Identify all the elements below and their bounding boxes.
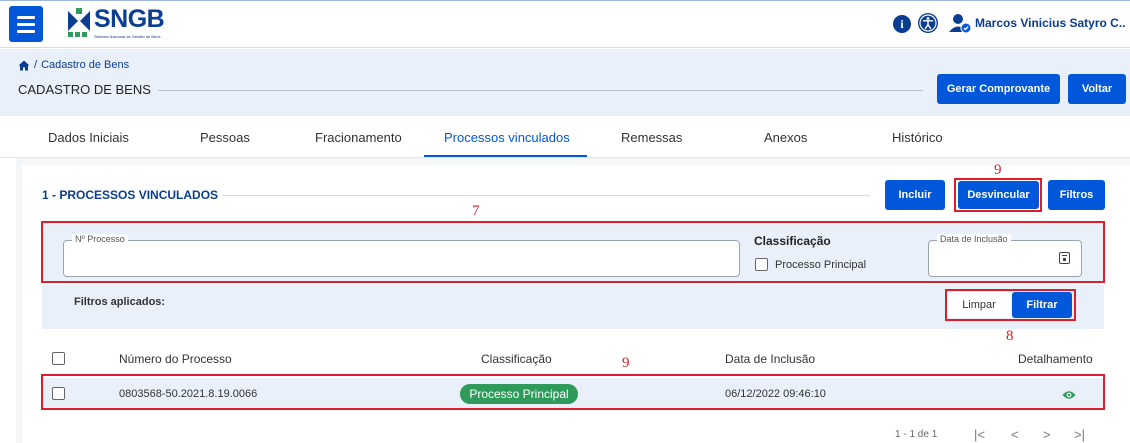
user-name[interactable]: Marcos Vinicius Satyro C.. xyxy=(975,16,1126,30)
section-divider xyxy=(222,195,870,196)
annotation-9-top: 9 xyxy=(994,162,1002,178)
sngb-logo[interactable]: SNGB Sistema Nacional de Gestão de Bens xyxy=(66,4,196,44)
logo-mark-icon xyxy=(68,8,90,37)
filtros-button[interactable]: Filtros xyxy=(1048,180,1105,210)
home-icon[interactable] xyxy=(18,60,30,71)
column-header-data[interactable]: Data de Inclusão xyxy=(725,352,815,366)
next-page-icon[interactable]: > xyxy=(1043,427,1051,442)
divider xyxy=(158,90,923,91)
page-title: CADASTRO DE BENS xyxy=(18,82,151,97)
annotation-8: 8 xyxy=(1006,328,1014,344)
logo-subtitle: Sistema Nacional de Gestão de Bens xyxy=(94,34,161,39)
prev-page-icon[interactable]: < xyxy=(1011,427,1019,442)
hamburger-menu-button[interactable] xyxy=(9,6,43,42)
tab-remessas[interactable]: Remessas xyxy=(621,130,682,145)
menu-line xyxy=(17,22,35,26)
column-header-classificacao[interactable]: Classificação xyxy=(481,352,552,366)
accessibility-icon[interactable] xyxy=(917,12,939,34)
column-header-detalhamento: Detalhamento xyxy=(1018,352,1093,366)
section-title: 1 - PROCESSOS VINCULADOS xyxy=(42,188,219,202)
logo-text: SNGB xyxy=(94,5,165,33)
tab-pessoas[interactable]: Pessoas xyxy=(200,130,250,145)
tab-processos-vinculados[interactable]: Processos vinculados xyxy=(444,130,570,145)
select-all-checkbox[interactable] xyxy=(52,352,65,365)
user-avatar-icon[interactable] xyxy=(948,12,972,34)
first-page-icon[interactable]: |< xyxy=(974,427,985,442)
tab-fracionamento[interactable]: Fracionamento xyxy=(315,130,402,145)
annotation-box-desvincular xyxy=(954,178,1042,212)
incluir-button[interactable]: Incluir xyxy=(885,180,945,210)
menu-line xyxy=(17,29,35,33)
info-icon[interactable]: i xyxy=(893,15,911,33)
annotation-9-row: 9 xyxy=(622,355,630,371)
pagination-info: 1 - 1 de 1 xyxy=(895,429,938,440)
annotation-7: 7 xyxy=(472,203,480,219)
breadcrumb-current[interactable]: Cadastro de Bens xyxy=(41,59,129,71)
menu-line xyxy=(17,15,35,19)
tab-anexos[interactable]: Anexos xyxy=(764,130,807,145)
annotation-box-filter-actions xyxy=(945,289,1076,321)
tab-dados-iniciais[interactable]: Dados Iniciais xyxy=(48,130,129,145)
active-tab-indicator xyxy=(424,155,587,157)
gerar-comprovante-button[interactable]: Gerar Comprovante xyxy=(937,74,1060,104)
tab-historico[interactable]: Histórico xyxy=(892,130,943,145)
breadcrumb: / Cadastro de Bens xyxy=(18,59,129,71)
column-header-numero[interactable]: Número do Processo xyxy=(119,352,232,366)
annotation-box-filters xyxy=(41,221,1105,283)
annotation-box-row xyxy=(41,374,1105,410)
voltar-button[interactable]: Voltar xyxy=(1068,74,1126,104)
breadcrumb-separator: / xyxy=(34,59,38,71)
last-page-icon[interactable]: >| xyxy=(1074,427,1085,442)
applied-filters-label: Filtros aplicados: xyxy=(74,296,166,308)
